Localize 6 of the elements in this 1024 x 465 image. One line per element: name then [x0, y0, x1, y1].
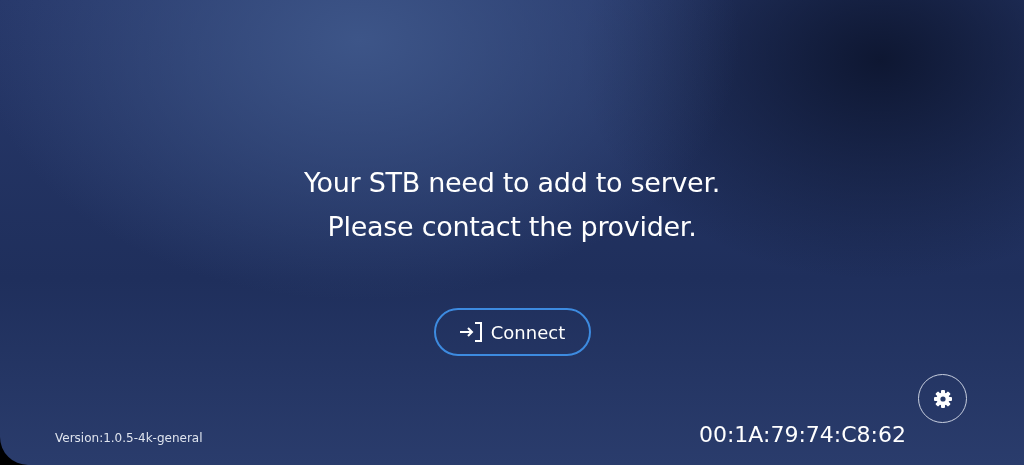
- login-icon: [458, 322, 483, 342]
- connect-button[interactable]: Connect: [433, 308, 591, 356]
- mac-address: 00:1A:79:74:C8:62: [698, 422, 906, 447]
- message-text: Your STB need to add to server.: [303, 166, 721, 200]
- version-text: Version:1.0.5-4k-general: [55, 431, 203, 445]
- message-text: Please contact the provider.: [327, 210, 697, 244]
